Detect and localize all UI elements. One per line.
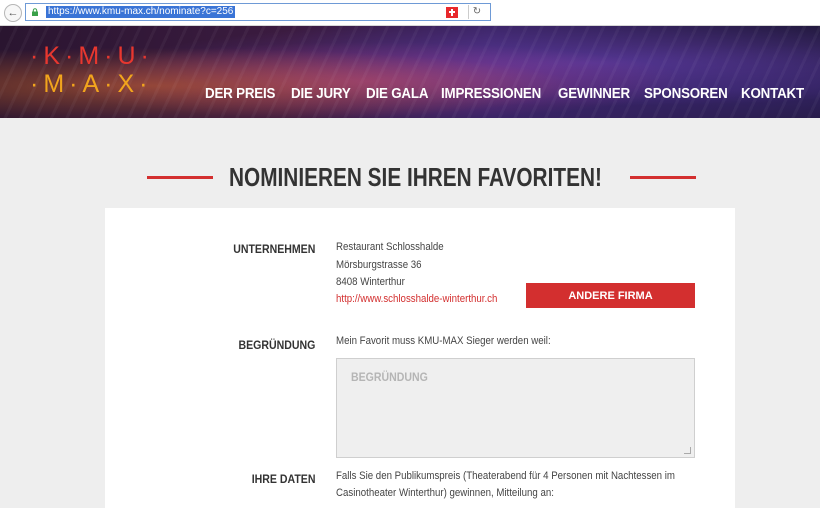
your-data-text-line2: Casinotheater Winterthur) gewinnen, Mitt… bbox=[336, 487, 554, 499]
nav-der-preis[interactable]: DER PREIS bbox=[205, 83, 284, 105]
swiss-flag-icon bbox=[446, 7, 458, 18]
company-street: Mörsburgstrasse 36 bbox=[336, 259, 422, 271]
main-navigation: DER PREIS DIE JURY DIE GALA IMPRESSIONEN… bbox=[205, 83, 806, 105]
your-data-text-line1: Falls Sie den Publikumspreis (Theaterabe… bbox=[336, 470, 675, 482]
nav-impressionen[interactable]: IMPRESSIONEN bbox=[441, 83, 549, 105]
nav-gewinner[interactable]: GEWINNER bbox=[558, 83, 637, 105]
title-decoration-right bbox=[630, 176, 696, 179]
browser-toolbar: ← https://www.kmu-max.ch/nominate?c=256 … bbox=[0, 0, 820, 26]
other-company-button[interactable]: ANDERE FIRMA bbox=[526, 283, 695, 308]
page-title-row: NOMINIEREN SIE IHREN FAVORITEN! bbox=[0, 160, 820, 196]
nav-die-gala[interactable]: DIE GALA bbox=[366, 83, 435, 105]
reason-textarea[interactable]: BEGRÜNDUNG bbox=[336, 358, 695, 458]
nomination-form: UNTERNEHMEN Restaurant Schlosshalde Mörs… bbox=[105, 208, 735, 508]
lock-icon bbox=[32, 8, 38, 16]
company-website-link[interactable]: http://www.schlosshalde-winterthur.ch bbox=[336, 291, 497, 308]
reason-label: BEGRÜNDUNG bbox=[238, 338, 315, 352]
reason-intro: Mein Favorit muss KMU-MAX Sieger werden … bbox=[336, 335, 551, 347]
company-label: UNTERNEHMEN bbox=[232, 242, 315, 256]
nav-kontakt[interactable]: KONTAKT bbox=[741, 83, 804, 105]
logo-row-max: ·M·A·X· bbox=[30, 70, 153, 98]
resize-handle-icon[interactable] bbox=[684, 447, 691, 454]
url-text[interactable]: https://www.kmu-max.ch/nominate?c=256 bbox=[46, 6, 236, 18]
logo-row-kmu: ·K·M·U· bbox=[30, 42, 154, 70]
reload-icon[interactable]: ↻ bbox=[468, 5, 485, 19]
back-arrow-icon[interactable]: ← bbox=[4, 4, 22, 22]
your-data-label: IHRE DATEN bbox=[251, 472, 315, 486]
reason-placeholder: BEGRÜNDUNG bbox=[351, 370, 428, 384]
nav-sponsoren[interactable]: SPONSOREN bbox=[644, 83, 733, 105]
kmu-max-logo[interactable]: ·K·M·U· ·M·A·X· bbox=[30, 42, 160, 102]
company-city: 8408 Winterthur bbox=[336, 276, 405, 288]
page-title: NOMINIEREN SIE IHREN FAVORITEN! bbox=[229, 162, 602, 192]
title-decoration-left bbox=[147, 176, 213, 179]
company-name: Restaurant Schlosshalde bbox=[336, 241, 444, 253]
address-bar[interactable]: https://www.kmu-max.ch/nominate?c=256 ↻ bbox=[25, 3, 491, 21]
site-header: ·K·M·U· ·M·A·X· DER PREIS DIE JURY DIE G… bbox=[0, 26, 820, 118]
nav-die-jury[interactable]: DIE JURY bbox=[291, 83, 360, 105]
